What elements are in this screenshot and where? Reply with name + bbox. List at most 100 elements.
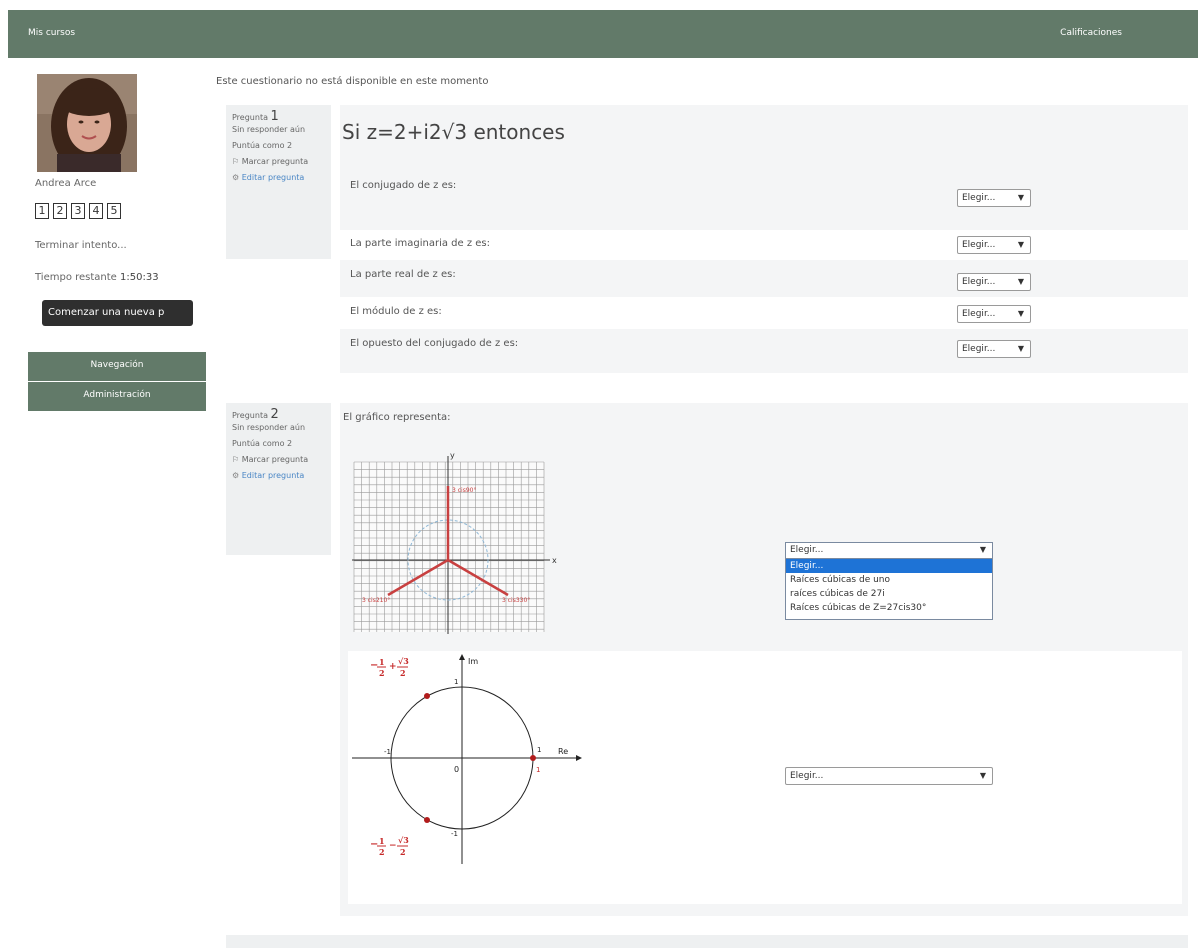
question-1-title: Si z=2+i2√3 entonces [342, 120, 565, 144]
match-row: La parte imaginaria de z es: Elegir... ▼ [340, 230, 1188, 260]
question-status: Sin responder aún [232, 423, 306, 432]
fraction-numerator: 1 [379, 657, 385, 667]
time-remaining: Tiempo restante 1:50:33 [35, 272, 159, 283]
dropdown-option[interactable]: Elegir... [786, 559, 992, 573]
point-label: 3 cis210° [362, 597, 390, 604]
chevron-down-icon: ▼ [1017, 344, 1024, 353]
chevron-down-icon: ▼ [1017, 240, 1024, 249]
fraction-denominator: 2 [379, 847, 385, 857]
match-row-label: El conjugado de z es: [350, 180, 457, 191]
answer-select-value: Elegir... [962, 309, 996, 319]
start-new-attempt-button[interactable]: Comenzar una nueva p [42, 300, 193, 326]
question-number: 1 [270, 109, 279, 124]
time-remaining-value: 1:50:33 [120, 272, 159, 283]
dropdown-option[interactable]: raíces cúbicas de 27i [786, 587, 992, 601]
match-row-label: La parte real de z es: [350, 269, 456, 280]
finish-attempt-link[interactable]: Terminar intento... [35, 240, 127, 251]
chevron-down-icon: ▼ [1017, 277, 1024, 286]
flag-icon: ⚐ [232, 455, 240, 464]
question-number: 2 [270, 407, 279, 422]
match-row: El conjugado de z es: Elegir... ▼ [340, 160, 1188, 228]
question-1-info: Pregunta 1 Sin responder aún Puntúa como… [226, 105, 331, 259]
tick-label: 1 [537, 746, 541, 754]
question-points: Puntúa como 2 [232, 439, 293, 448]
re-axis-label: Re [558, 747, 568, 756]
fraction-denominator: 2 [400, 847, 406, 857]
fraction-denominator: 2 [400, 668, 406, 678]
tick-label: 1 [454, 678, 458, 686]
answer-select[interactable]: Elegir... ▼ [957, 273, 1031, 291]
answer-select-value: Elegir... [962, 193, 996, 203]
answer-select-value: Elegir... [790, 771, 824, 781]
match-row: El módulo de z es: Elegir... ▼ [340, 297, 1188, 329]
administration-block-header[interactable]: Administración [28, 382, 206, 411]
question-2-info: Pregunta 2 Sin responder aún Puntúa como… [226, 403, 331, 555]
flag-question-button[interactable]: ⚐ Marcar pregunta [232, 156, 325, 168]
top-navbar: Mis cursos Calificaciones [8, 10, 1198, 58]
question-prefix: Pregunta [232, 113, 268, 122]
fraction-numerator: √3 [398, 656, 409, 666]
quiz-nav-button-2[interactable]: 2 [53, 203, 67, 219]
point-label: 1 [536, 766, 540, 774]
cube-roots-graph: y x 3 cis90° 3 cis210° 3 cis330° [352, 451, 557, 634]
tick-label: -1 [451, 830, 458, 838]
graph-answer-dropdown[interactable]: Elegir... ▼ Elegir... Raíces cúbicas de … [785, 542, 993, 620]
dropdown-current-value[interactable]: Elegir... ▼ [786, 543, 992, 559]
unit-circle-graph: Im Re 1 -1 1 -1 0 1 − 1 2 + √3 2 − 1 2 −… [352, 654, 582, 864]
edit-question-link[interactable]: ⚙ Editar pregunta [232, 172, 325, 184]
answer-select[interactable]: Elegir... ▼ [957, 189, 1031, 207]
edit-question-label: Editar pregunta [241, 471, 305, 480]
user-name[interactable]: Andrea Arce [35, 178, 96, 189]
match-row: El opuesto del conjugado de z es: Elegir… [340, 330, 1188, 368]
origin-label: 0 [454, 765, 459, 774]
unit-circle-answer-select[interactable]: Elegir... ▼ [785, 767, 993, 785]
answer-select-value: Elegir... [962, 277, 996, 287]
edit-question-link[interactable]: ⚙ Editar pregunta [232, 470, 325, 482]
match-row-label: La parte imaginaria de z es: [350, 238, 490, 249]
flag-question-button[interactable]: ⚐ Marcar pregunta [232, 454, 325, 466]
quiz-unavailable-notice: Este cuestionario no está disponible en … [216, 76, 489, 87]
answer-select-value: Elegir... [962, 344, 996, 354]
answer-select[interactable]: Elegir... ▼ [957, 236, 1031, 254]
y-axis-label: y [450, 451, 455, 460]
answer-select[interactable]: Elegir... ▼ [957, 340, 1031, 358]
match-row-label: El módulo de z es: [350, 306, 442, 317]
time-remaining-label: Tiempo restante [35, 272, 117, 283]
svg-text:+: + [389, 662, 397, 672]
question-points: Puntúa como 2 [232, 141, 293, 150]
point-label: 3 cis330° [502, 597, 530, 604]
chevron-down-icon: ▼ [1017, 309, 1024, 318]
question-2-text: El gráfico representa: [343, 412, 451, 423]
gear-icon: ⚙ [232, 471, 240, 480]
match-row: La parte real de z es: Elegir... ▼ [340, 261, 1188, 296]
flag-question-label: Marcar pregunta [241, 157, 309, 166]
grades-link[interactable]: Calificaciones [1060, 28, 1122, 38]
quiz-nav-button-3[interactable]: 3 [71, 203, 85, 219]
quiz-nav-button-1[interactable]: 1 [35, 203, 49, 219]
point-label: 3 cis90° [452, 487, 476, 494]
svg-text:−: − [370, 660, 378, 671]
chevron-down-icon: ▼ [1017, 193, 1024, 202]
my-courses-link[interactable]: Mis cursos [28, 28, 75, 38]
chevron-down-icon: ▼ [979, 545, 986, 554]
tick-label: -1 [384, 748, 391, 756]
navigation-block-header[interactable]: Navegación [28, 352, 206, 381]
quiz-navigation: 1 2 3 4 5 [35, 203, 121, 219]
quiz-nav-button-5[interactable]: 5 [107, 203, 121, 219]
quiz-nav-button-4[interactable]: 4 [89, 203, 103, 219]
gear-icon: ⚙ [232, 173, 240, 182]
dropdown-option[interactable]: Raíces cúbicas de uno [786, 573, 992, 587]
fraction-denominator: 2 [379, 668, 385, 678]
match-row-label: El opuesto del conjugado de z es: [350, 338, 519, 349]
answer-select[interactable]: Elegir... ▼ [957, 305, 1031, 323]
dropdown-option[interactable]: Raíces cúbicas de Z=27cis30° [786, 601, 992, 615]
question-1-number: Pregunta 1 [232, 109, 325, 124]
flag-question-label: Marcar pregunta [241, 455, 309, 464]
edit-question-label: Editar pregunta [241, 173, 305, 182]
x-axis-label: x [552, 556, 557, 565]
fraction-numerator: 1 [379, 836, 385, 846]
svg-text:−: − [389, 841, 397, 851]
question-prefix: Pregunta [232, 411, 268, 420]
svg-text:−: − [370, 839, 378, 850]
fraction-numerator: √3 [398, 835, 409, 845]
